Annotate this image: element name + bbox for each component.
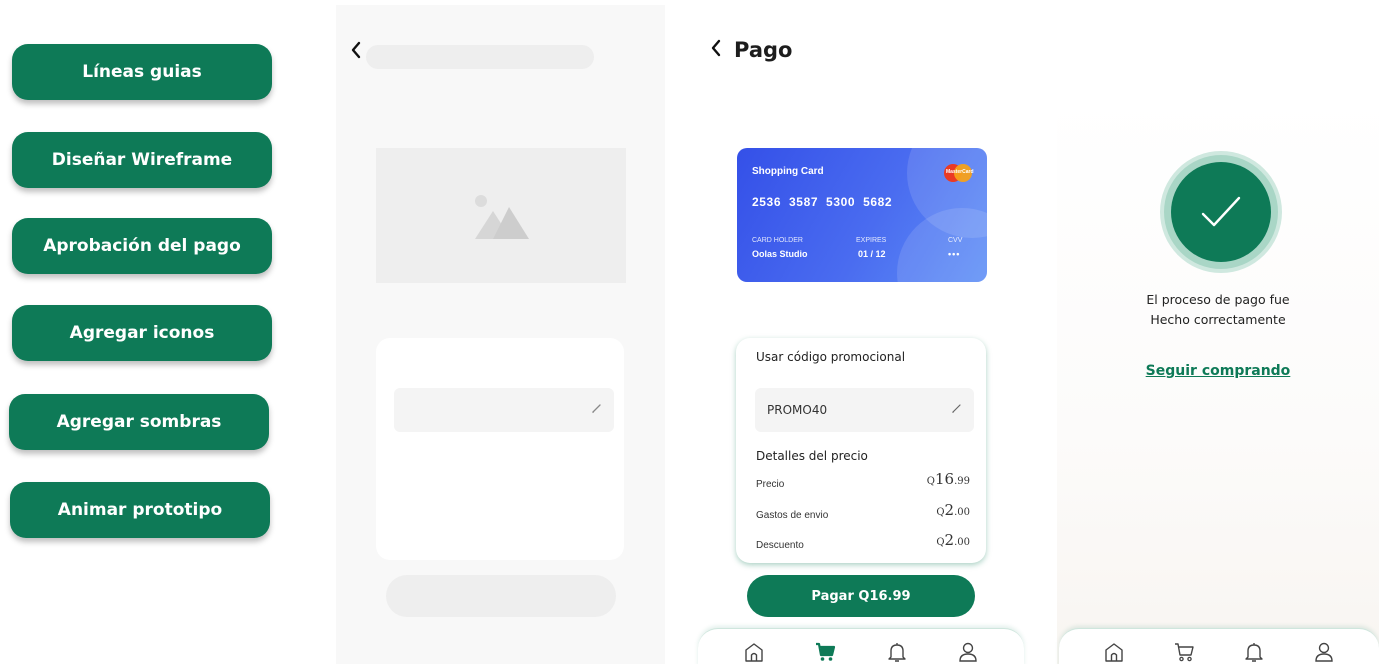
image-placeholder-icon	[471, 193, 531, 244]
continue-shopping-link[interactable]: Seguir comprando	[1057, 363, 1379, 379]
bell-icon[interactable]	[1242, 640, 1266, 664]
success-message-line2: Hecho correctamente	[1150, 312, 1286, 327]
card-decoration	[897, 208, 987, 282]
home-icon[interactable]	[1102, 640, 1126, 664]
card-expires-value: 01 / 12	[858, 249, 886, 259]
price-row-value: Q2.00	[936, 501, 970, 519]
mastercard-logo-icon: MasterCard	[944, 164, 974, 182]
cart-icon[interactable]	[813, 640, 837, 664]
wireframe-field-placeholder[interactable]	[394, 388, 614, 432]
wireframe-button-placeholder[interactable]	[386, 575, 616, 617]
card-holder-label: CARD HOLDER	[752, 237, 803, 244]
price-row-label: Precio	[756, 479, 785, 490]
wireframe-card-placeholder	[376, 338, 624, 560]
payment-screen: Pago Shopping Card MasterCard 2536 3587 …	[696, 0, 1026, 664]
back-chevron-icon[interactable]	[350, 41, 362, 64]
bottom-nav	[698, 628, 1024, 664]
step-button-add-shadows[interactable]: Agregar sombras	[9, 394, 269, 450]
home-icon[interactable]	[742, 640, 766, 664]
step-button-payment-approval[interactable]: Aprobación del pago	[12, 218, 272, 274]
price-row: Gastos de envio Q2.00	[756, 501, 970, 521]
price-row-label: Descuento	[756, 540, 804, 551]
wireframe-image-placeholder	[376, 148, 626, 283]
pay-button[interactable]: Pagar Q16.99	[747, 575, 975, 617]
card-number: 2536 3587 5300 5682	[752, 195, 893, 209]
user-icon[interactable]	[956, 640, 980, 664]
credit-card: Shopping Card MasterCard 2536 3587 5300 …	[737, 148, 987, 282]
price-row: Precio Q16.99	[756, 470, 970, 490]
checkmark-icon	[1171, 162, 1271, 262]
promo-code-input[interactable]: PROMO40	[755, 388, 974, 432]
step-button-wireframe[interactable]: Diseñar Wireframe	[12, 132, 272, 188]
wireframe-title-placeholder	[366, 45, 594, 69]
price-row-label: Gastos de envio	[756, 510, 829, 521]
price-details-title: Detalles del precio	[756, 449, 868, 463]
promo-title: Usar código promocional	[756, 350, 906, 364]
card-cvv-label: CVV	[948, 237, 963, 244]
card-expires-label: EXPIRES	[856, 237, 887, 244]
success-screen: El proceso de pago fue Hecho correctamen…	[1057, 93, 1379, 664]
card-cvv-value: •••	[948, 249, 961, 259]
price-row: Descuento Q2.00	[756, 531, 970, 551]
back-chevron-icon[interactable]	[710, 39, 722, 62]
card-name: Shopping Card	[752, 166, 824, 177]
cart-icon[interactable]	[1172, 640, 1196, 664]
success-message-line1: El proceso de pago fue	[1146, 292, 1290, 307]
pencil-icon	[590, 401, 604, 420]
promo-code-value: PROMO40	[767, 403, 828, 417]
step-button-add-icons[interactable]: Agregar iconos	[12, 305, 272, 361]
bell-icon[interactable]	[885, 640, 909, 664]
wireframe-screen	[336, 5, 665, 664]
price-row-value: Q16.99	[926, 470, 970, 488]
price-row-value: Q2.00	[936, 531, 970, 549]
pencil-icon[interactable]	[950, 401, 964, 420]
promo-price-card: Usar código promocional PROMO40 Detalles…	[736, 338, 986, 563]
page-title: Pago	[734, 38, 793, 62]
bottom-nav	[1059, 628, 1379, 664]
payment-header: Pago	[710, 38, 792, 62]
user-icon[interactable]	[1312, 640, 1336, 664]
step-button-guidelines[interactable]: Líneas guias	[12, 44, 272, 100]
step-button-animate-prototype[interactable]: Animar prototipo	[10, 482, 270, 538]
card-holder-value: Oolas Studio	[752, 249, 808, 259]
